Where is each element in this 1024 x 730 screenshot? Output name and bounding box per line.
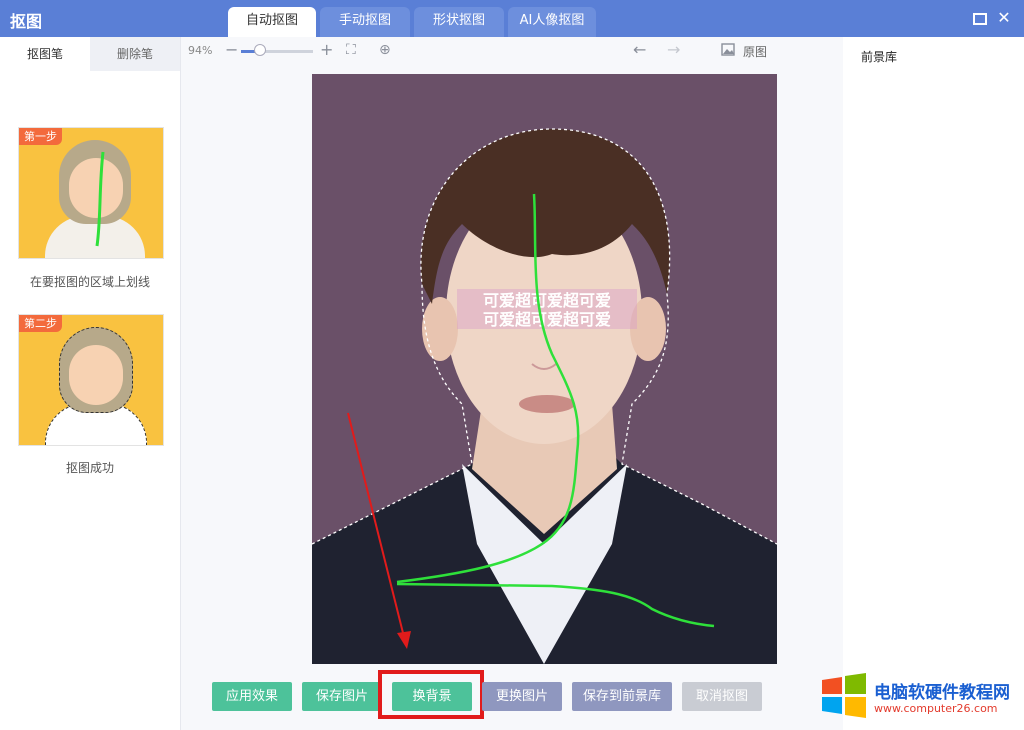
step-1-badge: 第一步 xyxy=(19,128,62,145)
actual-size-icon[interactable]: ⊕ xyxy=(379,42,391,58)
step-1-image: 第一步 xyxy=(18,127,164,259)
foreground-library-panel: 前景库 xyxy=(844,37,1024,730)
left-panel: 抠图笔 删除笔 第一步 在要抠图的区域上划线 第二步 抠图成功 xyxy=(0,37,181,730)
step-2-badge: 第二步 xyxy=(19,315,62,332)
replace-image-button[interactable]: 更换图片 xyxy=(482,682,562,711)
maximize-icon[interactable] xyxy=(970,9,988,27)
watermark-url: www.computer26.com xyxy=(874,702,998,715)
tab-shape-cutout[interactable]: 形状抠图 xyxy=(414,7,504,37)
canvas-area: 可爱超可爱超可爱 可爱超可爱超可爱 应用效果 保存图片 换背景 更换图片 保存到… xyxy=(181,67,843,730)
foreground-library-title: 前景库 xyxy=(861,50,898,64)
tab-manual-cutout[interactable]: 手动抠图 xyxy=(320,7,410,37)
editing-photo[interactable]: 可爱超可爱超可爱 可爱超可爱超可爱 xyxy=(312,74,777,664)
zoom-slider-handle[interactable] xyxy=(254,44,266,56)
overlay-text-bottom: 可爱超可爱超可爱 xyxy=(483,310,611,329)
original-image-button[interactable]: 原图 xyxy=(743,43,767,60)
tab-erase-pen[interactable]: 删除笔 xyxy=(90,37,180,71)
undo-icon[interactable]: ← xyxy=(633,40,646,59)
toolbar: 94% − + ⛶ ⊕ ← → 原图 xyxy=(181,37,843,67)
original-image-icon[interactable] xyxy=(721,43,735,60)
step-2-image: 第二步 xyxy=(18,314,164,446)
step-1-caption: 在要抠图的区域上划线 xyxy=(29,275,150,289)
fit-screen-icon[interactable]: ⛶ xyxy=(346,42,356,58)
cancel-cutout-button[interactable]: 取消抠图 xyxy=(682,682,762,711)
watermark-title: 电脑软硬件教程网 xyxy=(874,683,1010,703)
zoom-slider[interactable] xyxy=(241,50,313,53)
app-title: 抠图 xyxy=(10,12,43,31)
overlay-text-top: 可爱超可爱超可爱 xyxy=(483,291,611,310)
portrait-illustration: 可爱超可爱超可爱 可爱超可爱超可爱 xyxy=(312,128,777,664)
tab-auto-cutout[interactable]: 自动抠图 xyxy=(228,7,316,37)
windows-logo-icon xyxy=(822,673,866,718)
tab-ai-portrait-cutout[interactable]: AI人像抠图 xyxy=(508,7,596,37)
save-image-button[interactable]: 保存图片 xyxy=(302,682,382,711)
zoom-in-icon[interactable]: + xyxy=(320,40,333,59)
title-bar: 抠图 自动抠图 手动抠图 形状抠图 AI人像抠图 ✕ xyxy=(0,0,1024,37)
close-icon[interactable]: ✕ xyxy=(995,9,1013,27)
save-to-library-button[interactable]: 保存到前景库 xyxy=(572,682,672,711)
tab-cutout-pen[interactable]: 抠图笔 xyxy=(0,37,90,71)
step-2-caption: 抠图成功 xyxy=(65,461,114,475)
watermark: 电脑软硬件教程网 www.computer26.com xyxy=(818,664,1024,730)
zoom-out-icon[interactable]: − xyxy=(225,40,238,59)
apply-effect-button[interactable]: 应用效果 xyxy=(212,682,292,711)
highlight-box xyxy=(378,670,484,719)
step-1-stroke xyxy=(95,151,105,247)
redo-icon[interactable]: → xyxy=(667,40,680,59)
zoom-level: 94% xyxy=(188,44,213,57)
